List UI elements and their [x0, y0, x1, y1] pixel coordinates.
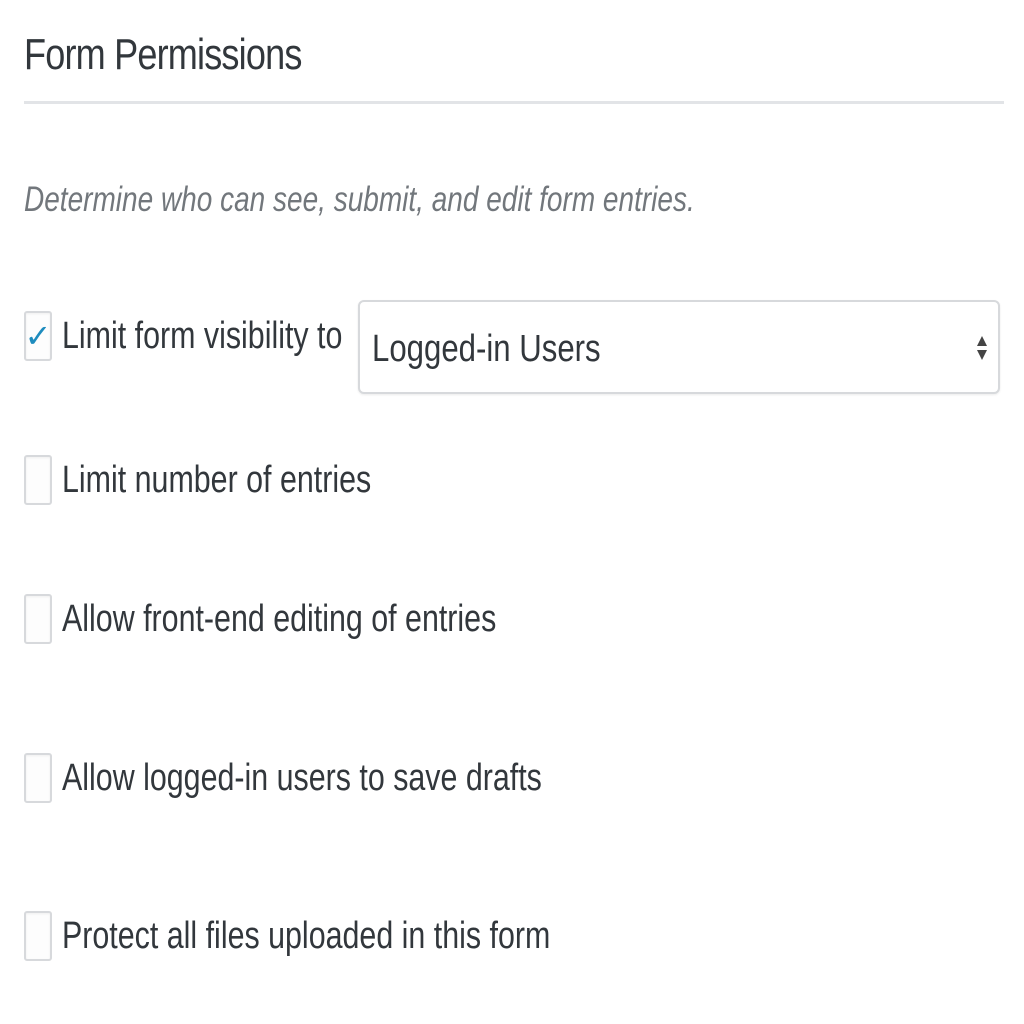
protect-files-label[interactable]: Protect all files uploaded in this form — [62, 915, 550, 958]
limit-entries-label[interactable]: Limit number of entries — [62, 459, 371, 502]
option-limit-visibility: ✓ Limit form visibility to — [24, 310, 413, 362]
section-title: Form Permissions — [24, 30, 302, 79]
section-description: Determine who can see, submit, and edit … — [24, 180, 695, 219]
up-down-arrows-icon — [976, 328, 988, 368]
front-end-editing-label[interactable]: Allow front-end editing of entries — [62, 598, 496, 641]
limit-visibility-checkbox[interactable]: ✓ — [24, 311, 52, 361]
option-save-drafts: Allow logged-in users to save drafts — [24, 752, 662, 804]
limit-entries-checkbox[interactable] — [24, 455, 52, 505]
visibility-select-value: Logged-in Users — [372, 328, 601, 370]
save-drafts-label[interactable]: Allow logged-in users to save drafts — [62, 757, 542, 800]
checkmark-icon: ✓ — [24, 317, 52, 355]
title-divider — [24, 101, 1004, 104]
save-drafts-checkbox[interactable] — [24, 753, 52, 803]
visibility-select[interactable]: Logged-in Users — [358, 300, 1000, 394]
option-front-end-editing: Allow front-end editing of entries — [24, 593, 605, 645]
option-limit-entries: Limit number of entries — [24, 454, 449, 506]
form-permissions-panel: Form Permissions Determine who can see, … — [0, 0, 1024, 1024]
option-protect-files: Protect all files uploaded in this form — [24, 910, 672, 962]
limit-visibility-label[interactable]: Limit form visibility to — [62, 315, 342, 358]
front-end-editing-checkbox[interactable] — [24, 594, 52, 644]
protect-files-checkbox[interactable] — [24, 911, 52, 961]
